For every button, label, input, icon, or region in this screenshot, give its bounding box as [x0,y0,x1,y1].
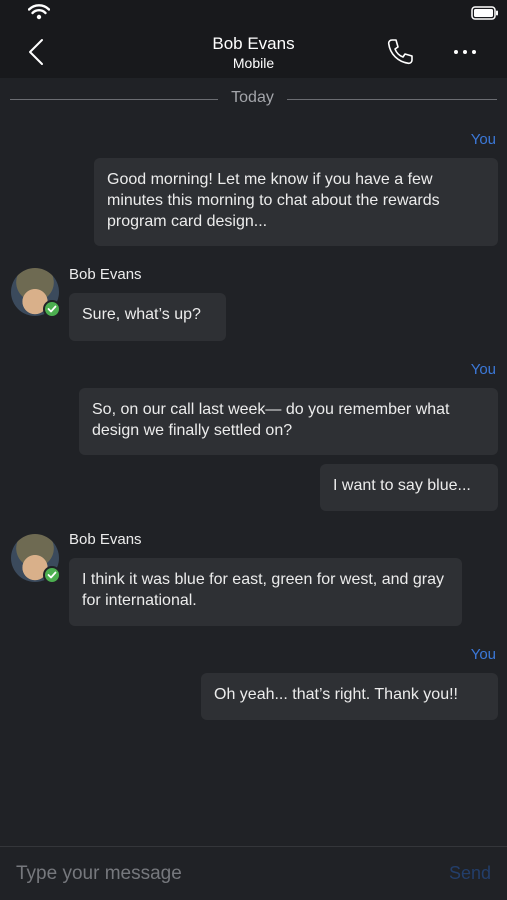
sender-name: Bob Evans [69,531,142,548]
outgoing-message[interactable]: Oh yeah... that’s right. Thank you!! [201,673,498,720]
divider-line-left [10,99,218,100]
date-divider: Today [10,89,497,111]
divider-line-right [287,99,497,100]
status-bar [0,0,507,26]
message-input[interactable] [16,861,416,887]
battery-icon [471,6,498,20]
outgoing-sender-label: You [470,131,496,148]
outgoing-message[interactable]: I want to say blue... [320,464,498,511]
message-composer: Send [0,846,507,900]
incoming-message[interactable]: I think it was blue for east, green for … [69,558,462,626]
date-divider-label: Today [231,89,274,106]
contact-status: Mobile [232,55,275,71]
contact-title: Bob Evans Mobile [0,34,507,72]
call-button[interactable] [384,36,416,68]
incoming-message[interactable]: Sure, what’s up? [69,293,226,341]
outgoing-sender-label: You [470,646,496,663]
outgoing-message[interactable]: Good morning! Let me know if you have a … [94,158,498,246]
more-options-button[interactable] [450,40,482,64]
conversation-header: Bob Evans Mobile [0,26,507,78]
phone-icon [387,39,413,65]
contact-name: Bob Evans [212,34,295,53]
avatar[interactable] [11,534,61,584]
presence-badge [43,300,61,318]
sender-name: Bob Evans [69,266,142,283]
send-button[interactable]: Send [449,863,491,884]
more-icon [454,50,476,54]
wifi-icon [28,4,50,20]
avatar[interactable] [11,268,61,318]
outgoing-sender-label: You [470,361,496,378]
check-icon [47,571,57,579]
check-icon [47,305,57,313]
outgoing-message[interactable]: So, on our call last week— do you rememb… [79,388,498,455]
presence-badge [43,566,61,584]
